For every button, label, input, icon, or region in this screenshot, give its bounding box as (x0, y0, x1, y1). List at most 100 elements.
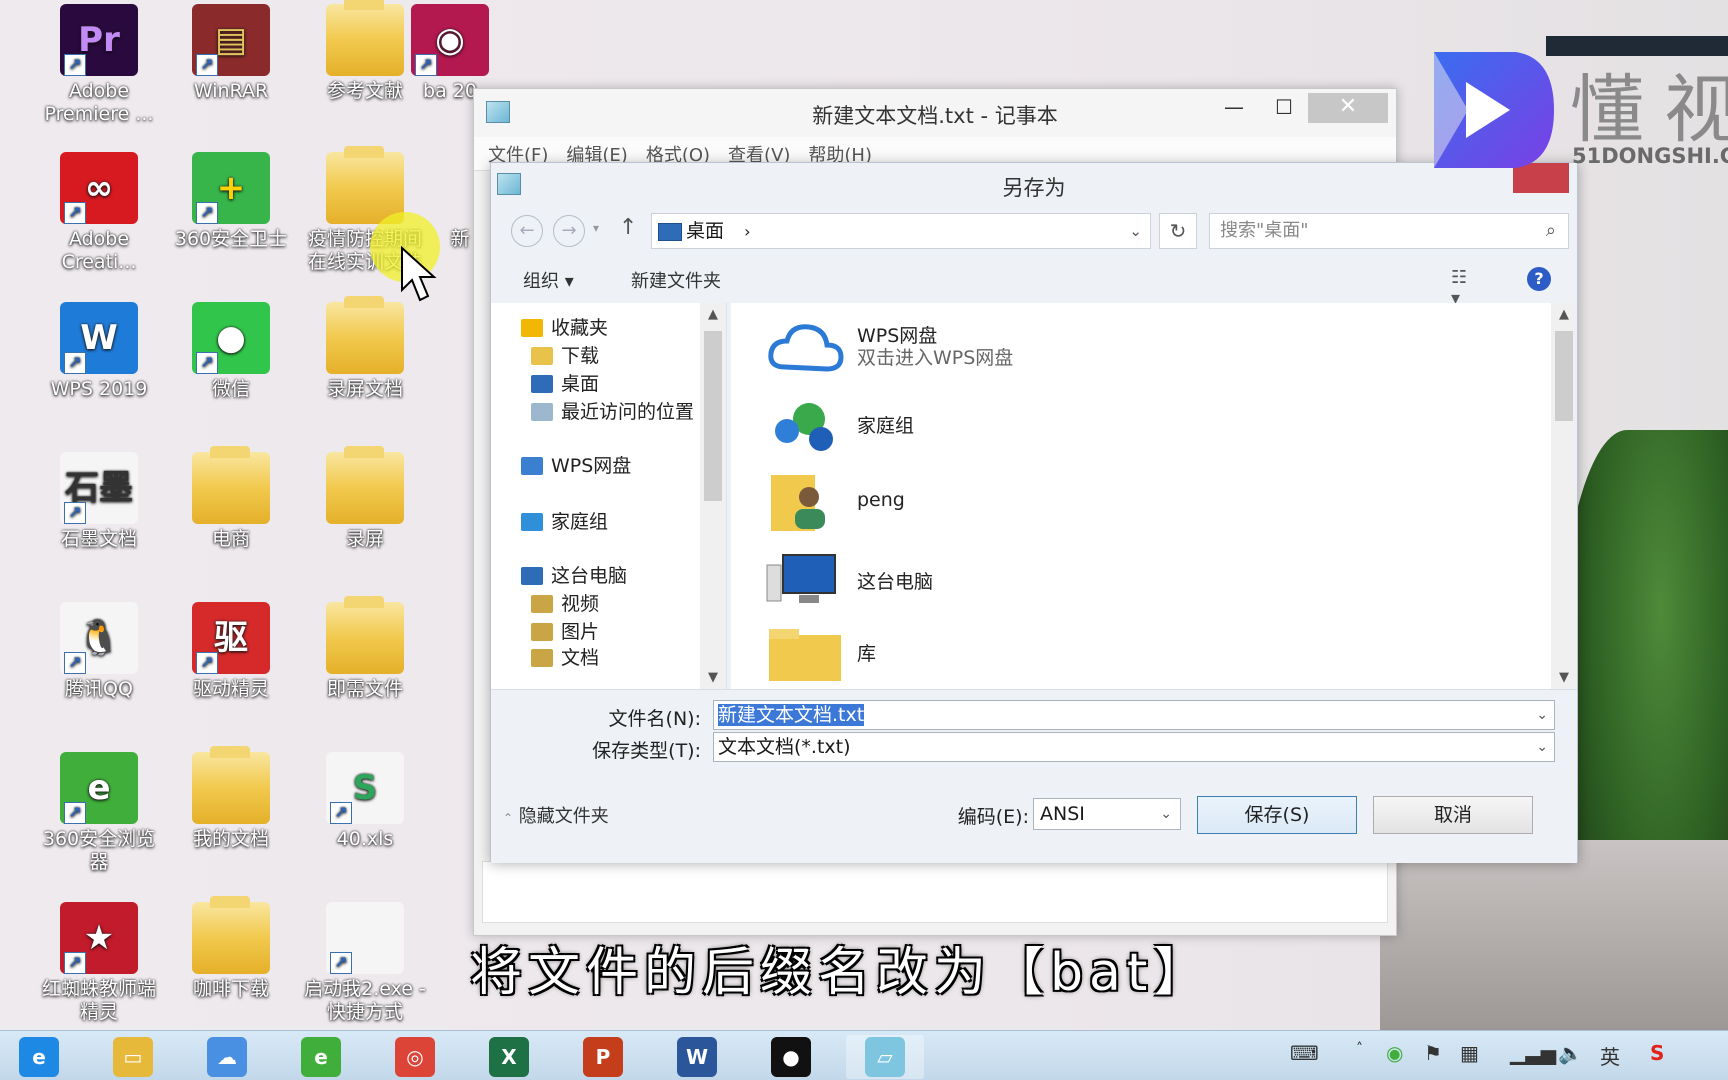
encoding-select[interactable]: ANSI ⌄ (1033, 798, 1181, 830)
tray-360-icon[interactable]: ◉ (1386, 1041, 1403, 1065)
dialog-toolbar: 组织 ▾ 新建文件夹 ☷ ▾ ? (491, 253, 1577, 309)
tray-expand-icon[interactable]: ˄ (1356, 1041, 1363, 1057)
content-scrollbar[interactable]: ▲ ▼ (1551, 303, 1577, 689)
refresh-button[interactable]: ↻ (1159, 213, 1197, 249)
taskbar-app-glyph: ▱ (865, 1037, 905, 1077)
desktop-icon-item[interactable]: 石墨 ↗ 石墨文档 (34, 452, 164, 551)
desktop-icon-item[interactable]: 我的文档 (166, 746, 296, 851)
scroll-up-icon[interactable]: ▲ (700, 307, 726, 322)
desktop-icon-item[interactable]: e ↗ 360安全浏览器 (34, 752, 164, 874)
nav-item[interactable]: 家庭组 (521, 507, 608, 534)
app-icon: S ↗ (326, 752, 404, 824)
folder-icon (192, 896, 270, 974)
desktop-icon-item[interactable]: Pr ↗ Adobe Premiere ... (34, 4, 164, 126)
desktop-icon-label: 40.xls (336, 828, 394, 850)
baidu-netdisk-icon[interactable]: ☁ (188, 1035, 266, 1079)
new-folder-button[interactable]: 新建文件夹 (631, 267, 721, 293)
recent-dropdown-icon[interactable]: ▾ (593, 221, 599, 235)
folder-icon (326, 0, 404, 76)
chrome-icon[interactable]: ◎ (376, 1035, 454, 1079)
desktop-icon-item[interactable]: 电商 (166, 446, 296, 551)
nav-scrollbar[interactable]: ▲ ▼ (700, 303, 726, 689)
dialog-titlebar[interactable]: 另存为 (491, 163, 1577, 203)
app-icon: 🐧 ↗ (60, 602, 138, 674)
nav-item[interactable]: 图片 (531, 617, 599, 644)
nav-item[interactable]: 最近访问的位置 (531, 397, 694, 424)
desktop-icon-item[interactable]: ★ ↗ 红蜘蛛教师端精灵 (34, 902, 164, 1024)
app-icon: ↗ (326, 902, 404, 974)
desktop-icon-item[interactable]: + ↗ 360安全卫士 (166, 152, 296, 251)
scroll-thumb[interactable] (1555, 331, 1573, 421)
view-options-icon[interactable]: ☷ ▾ (1451, 267, 1477, 309)
network-icon[interactable]: ▁▃▅ (1510, 1041, 1556, 1065)
notepad-icon[interactable]: ▱ (846, 1035, 924, 1079)
forward-button[interactable]: → (553, 215, 585, 247)
path-segment-desktop[interactable]: 桌面 (686, 220, 724, 242)
chevron-down-icon[interactable]: ⌄ (1160, 799, 1172, 829)
360-browser-icon[interactable]: e (282, 1035, 360, 1079)
encoding-label: 编码(E): (957, 806, 1029, 828)
path-separator[interactable]: › (744, 222, 750, 241)
tray-app-icon[interactable]: ▦ (1460, 1041, 1479, 1065)
powerpoint-icon[interactable]: P (564, 1035, 642, 1079)
flag-icon[interactable]: ⚑ (1424, 1041, 1442, 1065)
notepad-text-area[interactable] (482, 861, 1388, 923)
horizontal-scrollbar[interactable] (483, 900, 1387, 922)
desktop-icon-item[interactable]: 即需文件 (300, 596, 430, 701)
desktop-icon-item[interactable]: 咖啡下载 (166, 896, 296, 1001)
maximize-button[interactable]: ☐ (1264, 93, 1304, 123)
excel-icon[interactable]: X (470, 1035, 548, 1079)
chevron-down-icon[interactable]: ⌄ (1536, 701, 1548, 729)
word-icon[interactable]: W (658, 1035, 736, 1079)
organize-button[interactable]: 组织 ▾ (523, 267, 574, 293)
nav-item[interactable]: 桌面 (531, 369, 599, 396)
desktop-icon-item[interactable]: ▤ ↗ WinRAR (166, 4, 296, 103)
desktop-icon-item[interactable]: ∞ ↗ Adobe Creati... (34, 152, 164, 274)
taskbar-app-glyph: X (489, 1037, 529, 1077)
save-as-dialog[interactable]: 另存为 ← → ▾ ↑ 桌面 › ⌄ ↻ 搜索"桌面" ⌕ 组织 ▾ 新建文件夹… (490, 162, 1578, 863)
desktop-icon-item[interactable]: 🐧 ↗ 腾讯QQ (34, 602, 164, 701)
nav-item[interactable]: 收藏夹 (521, 313, 608, 340)
filename-input[interactable]: 新建文本文档.txt ⌄ (713, 700, 1555, 730)
chevron-down-icon[interactable]: ⌄ (1129, 214, 1142, 248)
scroll-down-icon[interactable]: ▼ (700, 670, 726, 685)
desktop-icon-item[interactable]: S ↗ 40.xls (300, 752, 430, 851)
desktop-icon-item[interactable]: 录屏文档 (300, 296, 430, 401)
record-icon[interactable]: ● (752, 1035, 830, 1079)
minimize-button[interactable]: — (1214, 93, 1254, 123)
path-breadcrumb[interactable]: 桌面 › ⌄ (651, 213, 1151, 249)
chevron-down-icon[interactable]: ⌄ (1536, 733, 1548, 761)
desktop-icon-item[interactable]: W ↗ WPS 2019 (34, 302, 164, 401)
cancel-button[interactable]: 取消 (1373, 796, 1533, 834)
nav-item[interactable]: 这台电脑 (521, 561, 627, 588)
app-icon: 驱 ↗ (192, 602, 270, 674)
sogou-icon[interactable]: S (1650, 1041, 1664, 1065)
close-button[interactable]: ✕ (1308, 93, 1388, 123)
keyboard-icon[interactable]: ⌨ (1290, 1041, 1319, 1065)
nav-item[interactable]: 视频 (531, 589, 599, 616)
scroll-thumb[interactable] (704, 331, 722, 501)
search-input[interactable]: 搜索"桌面" ⌕ (1209, 213, 1569, 249)
file-explorer-icon[interactable]: ▭ (94, 1035, 172, 1079)
nav-item[interactable]: WPS网盘 (521, 451, 631, 478)
desktop-icon-item[interactable]: 录屏 (300, 446, 430, 551)
save-button[interactable]: 保存(S) (1197, 796, 1357, 834)
hide-folders-toggle[interactable]: ⌃ 隐藏文件夹 (503, 802, 609, 828)
desktop-icon-item[interactable]: 驱 ↗ 驱动精灵 (166, 602, 296, 701)
back-button[interactable]: ← (511, 215, 543, 247)
nav-item[interactable]: 下载 (531, 341, 599, 368)
desktop-icon-item[interactable]: ↗ 启动我2.exe - 快捷方式 (300, 902, 430, 1024)
help-icon[interactable]: ? (1527, 267, 1551, 291)
filetype-label: 保存类型(T): (592, 740, 701, 762)
desktop-icon-item[interactable]: ● ↗ 微信 (166, 302, 296, 401)
ie-icon[interactable]: e (0, 1035, 78, 1079)
up-button[interactable]: ↑ (619, 215, 637, 240)
shortcut-arrow-icon: ↗ (415, 54, 437, 76)
filetype-select[interactable]: 文本文档(*.txt) ⌄ (713, 732, 1555, 762)
notepad-titlebar[interactable]: 新建文本文档.txt - 记事本 — ☐ ✕ (474, 89, 1396, 137)
ime-indicator[interactable]: 英 (1600, 1041, 1620, 1070)
scroll-up-icon[interactable]: ▲ (1551, 307, 1577, 322)
volume-icon[interactable]: 🔈 (1558, 1041, 1583, 1065)
scroll-down-icon[interactable]: ▼ (1551, 670, 1577, 685)
nav-item[interactable]: 文档 (531, 643, 599, 670)
